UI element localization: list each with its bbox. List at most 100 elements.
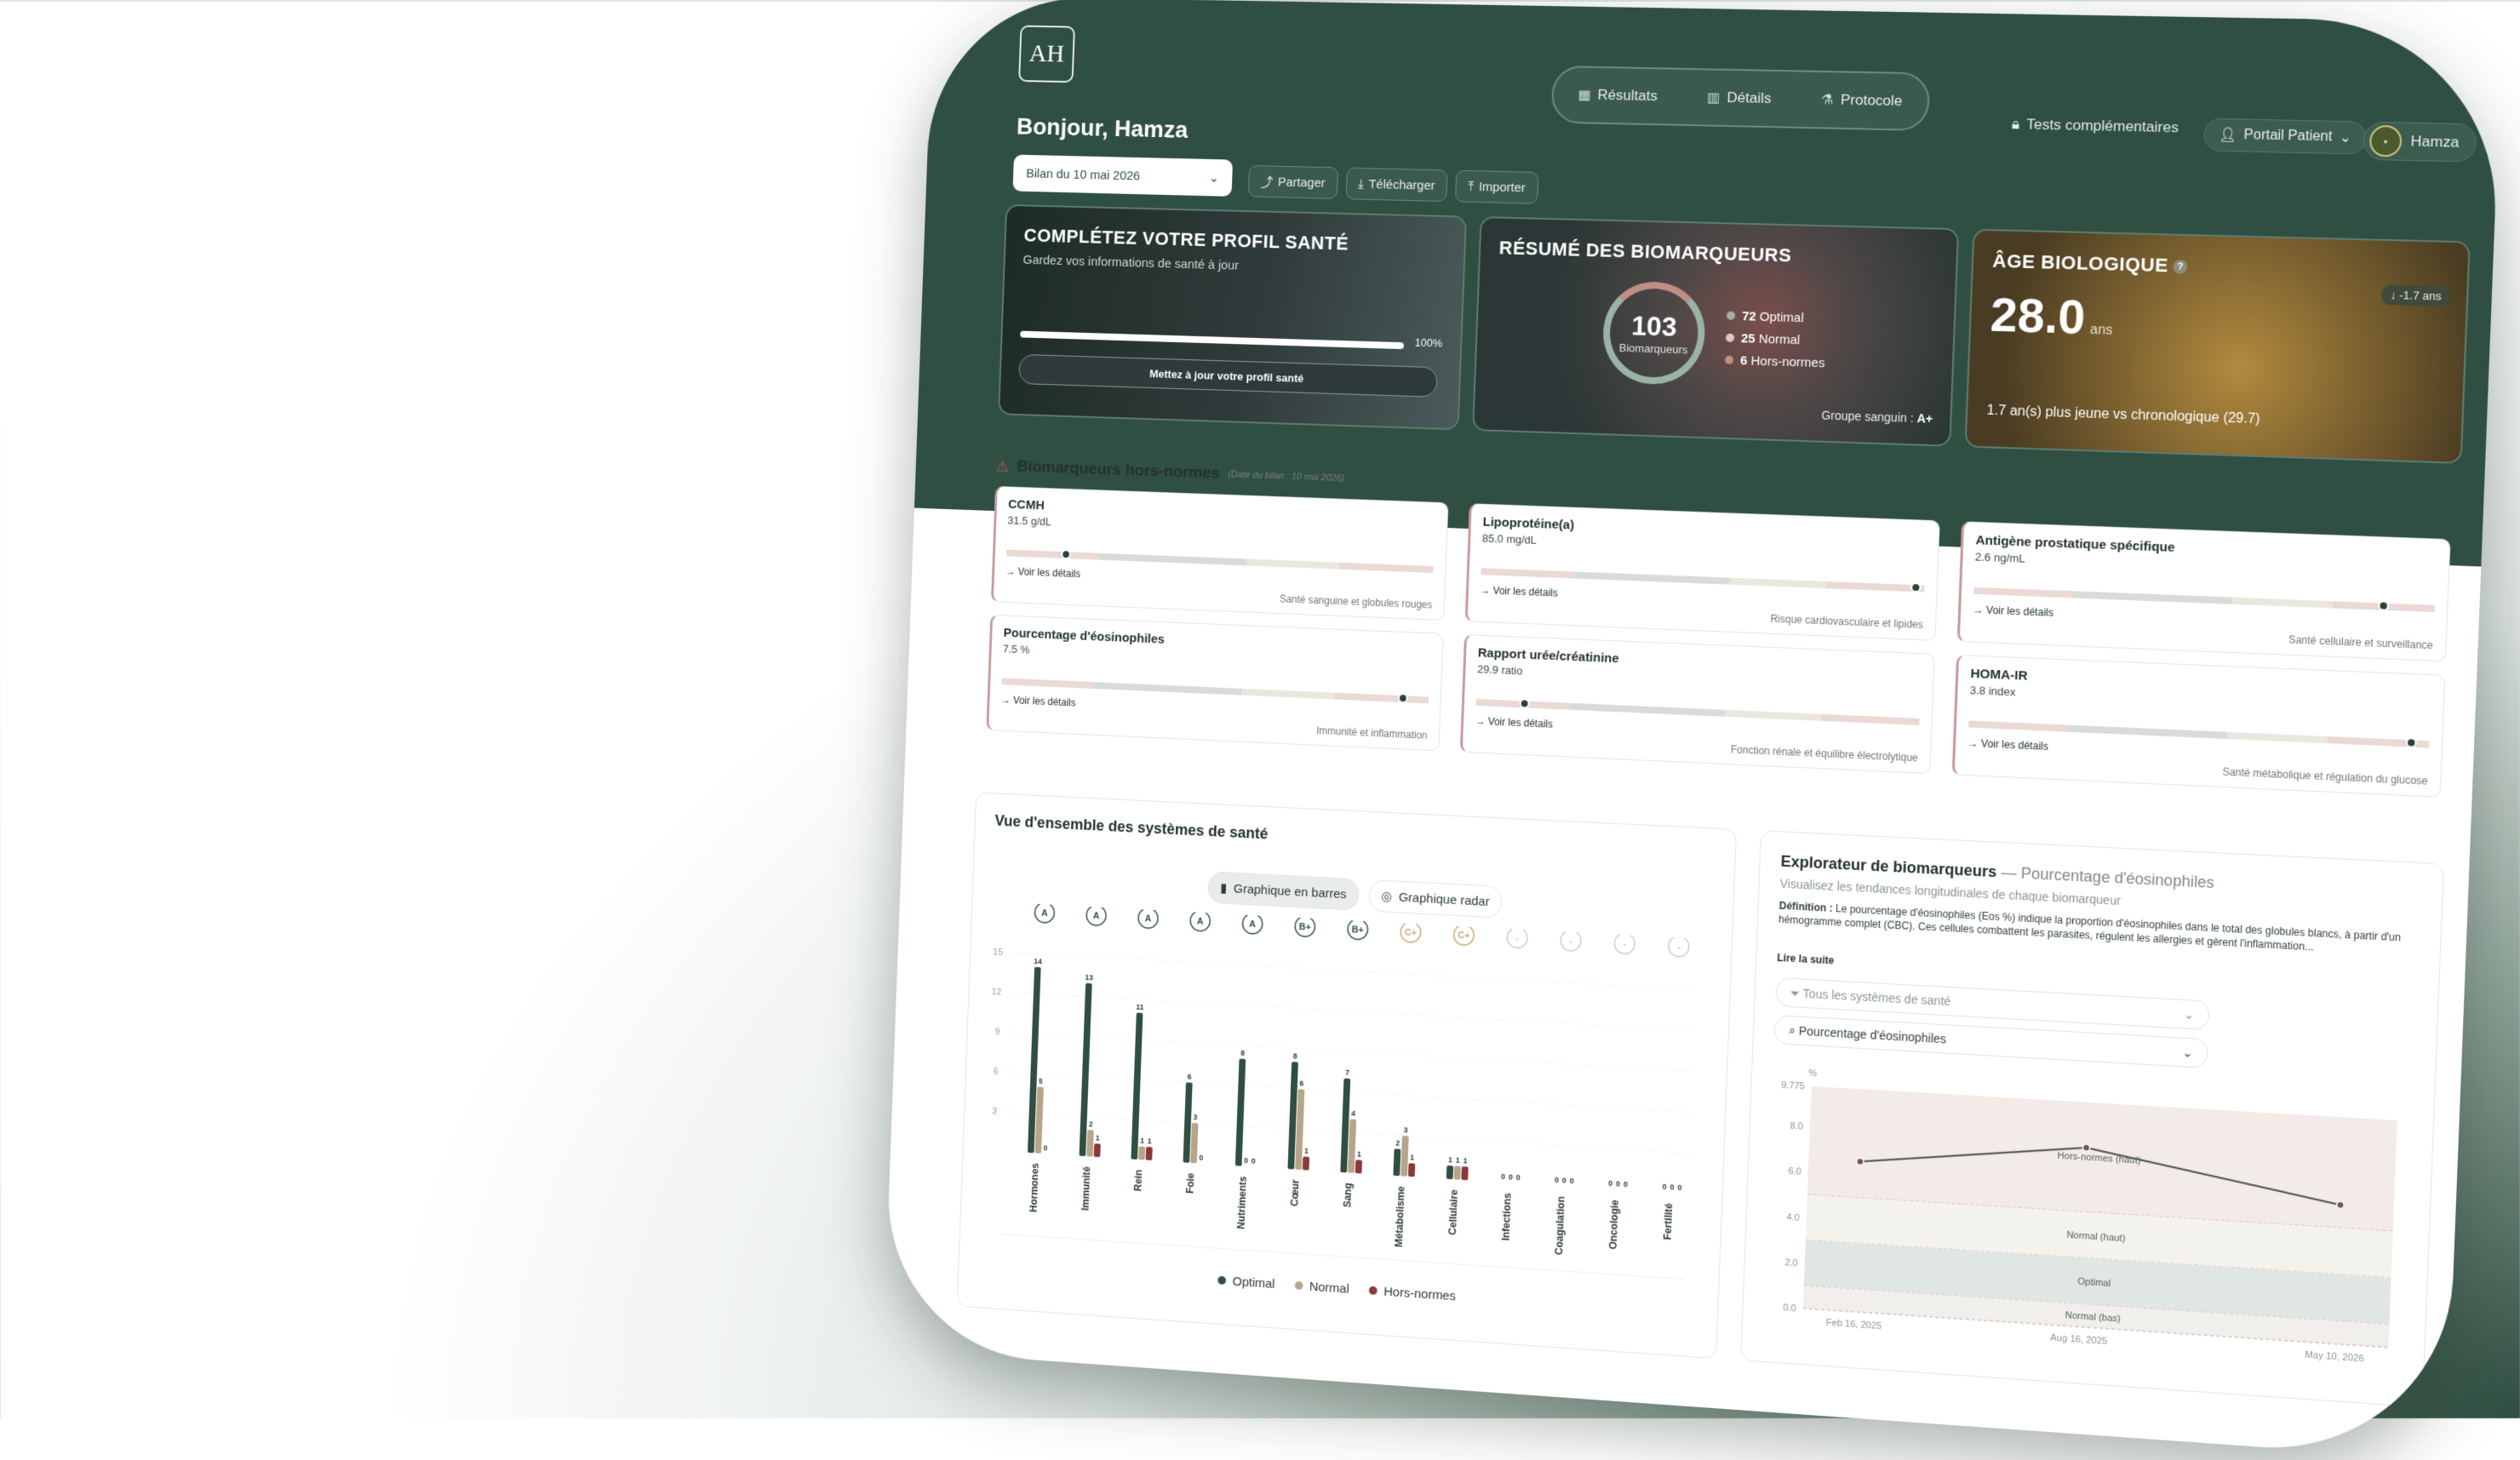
- report-actions: ⤴Partager ⤓Télécharger ⤒Importer: [1248, 165, 1539, 204]
- search-value: ⌕ Pourcentage d'éosinophiles: [1789, 1023, 1947, 1047]
- see-details-link[interactable]: → Voir les détails: [1475, 715, 1554, 730]
- bar-chart-toggle[interactable]: ▮Graphique en barres: [1207, 871, 1360, 911]
- filter-text: Tous les systèmes de santé: [1802, 986, 1950, 1008]
- filter-placeholder: ⏷ Tous les systèmes de santé: [1790, 985, 1951, 1008]
- profile-card: COMPLÉTEZ VOTRE PROFIL SANTÉ Gardez vos …: [998, 204, 1467, 431]
- bar-optimal[interactable]: [1446, 1165, 1453, 1179]
- y-tick-label: 4.0: [1786, 1211, 1800, 1222]
- y-tick-label: 8.0: [1790, 1121, 1803, 1132]
- radar-chart-toggle[interactable]: ◎Graphique radar: [1368, 879, 1503, 919]
- bar-normal[interactable]: [1400, 1136, 1409, 1177]
- profile-card-subtitle: Gardez vos informations de santé à jour: [1022, 253, 1445, 278]
- bar-value-label: 0: [1509, 1172, 1513, 1181]
- bar-normal[interactable]: [1086, 1130, 1094, 1157]
- systems-bar-chart: 3691215A1450HormonesA1321ImmunitéA1111Re…: [959, 901, 1732, 1298]
- value-unit: g/dL: [1031, 515, 1051, 529]
- grid-icon: ▦: [1578, 86, 1591, 103]
- bar-hors-normes[interactable]: [1355, 1159, 1362, 1173]
- bar-hors-normes[interactable]: [1408, 1163, 1415, 1177]
- read-more-link[interactable]: Lire la suite: [1777, 952, 1835, 967]
- value-number: 31.5: [1007, 514, 1028, 528]
- bar-value-label: 8: [1240, 1049, 1245, 1057]
- share-button[interactable]: ⤴Partager: [1248, 165, 1338, 199]
- bar-hors-normes[interactable]: [1146, 1147, 1153, 1160]
- bar-optimal[interactable]: [1393, 1148, 1400, 1176]
- update-profile-button[interactable]: Mettez à jour votre profil santé: [1018, 354, 1438, 398]
- category-label: Fertilité: [1663, 1202, 1675, 1240]
- see-details-link[interactable]: → Voir les détails: [1000, 694, 1075, 709]
- legend-out: 6 Hors-normes: [1725, 350, 1825, 375]
- biomarker-trend-chart: Hors-normes (haut)Normal (haut)OptimalNo…: [1750, 1057, 2426, 1393]
- grade-label: B+: [1352, 925, 1364, 936]
- info-icon[interactable]: ?: [2174, 260, 2188, 274]
- systems-overview-panel: Vue d'ensemble des systèmes de santé ▮Gr…: [957, 792, 1737, 1359]
- bar-value-label: 14: [1034, 957, 1042, 965]
- bar-normal[interactable]: [1348, 1119, 1356, 1173]
- value-unit: mg/dL: [1506, 533, 1537, 547]
- profile-progress-bar: [1020, 331, 1404, 350]
- explorer-definition: Définition : Le pourcentage d'éosinophil…: [1778, 899, 2408, 959]
- bar-hors-normes[interactable]: [1094, 1143, 1101, 1157]
- bar-value-label: 1: [1096, 1133, 1100, 1142]
- user-menu[interactable]: ●Hamza: [2362, 122, 2477, 163]
- bar-value-label: 1: [1140, 1137, 1144, 1145]
- biomarker-card[interactable]: Lipoprotéine(a)85.0 mg/dL→ Voir les déta…: [1465, 503, 1940, 640]
- data-point[interactable]: [2082, 1144, 2090, 1152]
- download-button[interactable]: ⤓Télécharger: [1345, 168, 1448, 202]
- import-button[interactable]: ⤒Importer: [1455, 170, 1538, 204]
- data-point[interactable]: [2337, 1201, 2345, 1209]
- range-normal: [1246, 558, 1340, 569]
- grade-label: C+: [1405, 927, 1417, 938]
- blood-value: A+: [1916, 411, 1933, 426]
- out-swatch: [1369, 1286, 1377, 1296]
- see-details-link[interactable]: → Voir les détails: [1973, 604, 2053, 619]
- legend-out-item: Hors-normes: [1369, 1284, 1457, 1304]
- portal-dropdown[interactable]: 👤︎Portail Patient⌄: [2203, 118, 2367, 155]
- biomarker-ring: 103 Biomarqueurs: [1601, 281, 1707, 386]
- biomarker-category: Risque cardiovasculaire et lipides: [1770, 613, 1923, 631]
- y-tick-label: 2.0: [1784, 1257, 1798, 1268]
- bar-value-label: 0: [1516, 1173, 1521, 1182]
- bar-normal[interactable]: [1034, 1087, 1043, 1154]
- biomarker-card[interactable]: Antigène prostatique spécifique2.6 ng/mL…: [1957, 521, 2451, 661]
- bar-normal[interactable]: [1138, 1146, 1145, 1159]
- nav-resultats[interactable]: ▦Résultats: [1578, 86, 1658, 105]
- bar-normal[interactable]: [1190, 1123, 1198, 1164]
- bar-hors-normes[interactable]: [1461, 1166, 1468, 1180]
- category-label: Rein: [1133, 1170, 1145, 1192]
- biomarker-card[interactable]: Pourcentage d'éosinophiles7.5 %→ Voir le…: [986, 615, 1443, 752]
- bar-value-label: 0: [1562, 1176, 1566, 1184]
- y-tick-label: 3: [992, 1107, 997, 1117]
- normal-dot: [1726, 334, 1734, 342]
- bio-age-unit: ans: [2090, 323, 2113, 338]
- tests-complementaires-link[interactable]: 🔒︎Tests complémentaires: [2012, 116, 2179, 136]
- grade-label: A: [1249, 919, 1256, 930]
- nav-details[interactable]: ▥Détails: [1707, 89, 1772, 107]
- biomarker-explorer-panel: Explorateur de biomarqueurs — Pourcentag…: [1740, 830, 2444, 1407]
- bar-hors-normes[interactable]: [1303, 1156, 1309, 1170]
- biomarker-card[interactable]: Rapport urée/créatinine29.9 ratio→ Voir …: [1460, 634, 1935, 774]
- biomarker-card[interactable]: CCMH31.5 g/dL→ Voir les détailsSanté san…: [991, 486, 1449, 621]
- report-select[interactable]: Bilan du 10 mai 2026⌄: [1012, 155, 1233, 197]
- bar-normal[interactable]: [1454, 1166, 1461, 1180]
- app-logo[interactable]: AH: [1018, 26, 1075, 83]
- bar-value-label: 0: [1662, 1182, 1666, 1191]
- value-unit: %: [1020, 643, 1029, 656]
- biomarker-card[interactable]: HOMA-IR3.8 index→ Voir les détailsSanté …: [1952, 655, 2446, 798]
- bar-value-label: 7: [1345, 1068, 1349, 1077]
- see-details-link[interactable]: → Voir les détails: [1005, 565, 1080, 580]
- data-point[interactable]: [1857, 1158, 1864, 1165]
- category-label: Cellulaire: [1447, 1188, 1460, 1235]
- nav-protocole[interactable]: ⚗Protocole: [1821, 91, 1903, 110]
- category-label: Coagulation: [1554, 1196, 1567, 1256]
- see-details-link[interactable]: → Voir les détails: [1480, 584, 1558, 599]
- grade-label: A: [1093, 911, 1100, 921]
- bar-value-label: 0: [1570, 1177, 1574, 1185]
- legend-normal: 25 Normal: [1726, 328, 1826, 353]
- bar-value-label: 5: [1039, 1077, 1043, 1085]
- bar-optimal[interactable]: [1235, 1059, 1246, 1166]
- see-details-link[interactable]: → Voir les détails: [1967, 737, 2048, 753]
- upload-icon: ⤒: [1468, 179, 1474, 193]
- legend-normal-text: Normal: [1309, 1280, 1349, 1297]
- range-optimal: [1098, 553, 1246, 566]
